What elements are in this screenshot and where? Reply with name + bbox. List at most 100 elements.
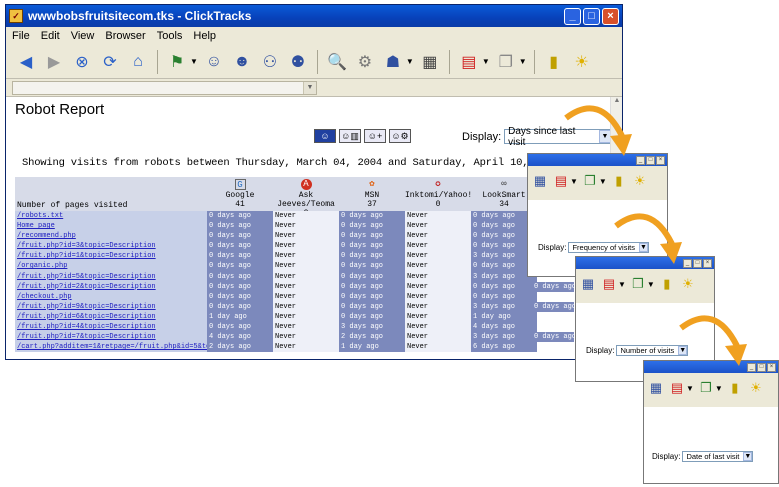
- page-link[interactable]: /checkout.php: [15, 291, 207, 302]
- help-bulb-icon[interactable]: ☀: [570, 50, 594, 74]
- robot-icon[interactable]: ☗: [381, 50, 405, 74]
- copy-export-icon[interactable]: ❐: [494, 50, 518, 74]
- minimize-icon[interactable]: _: [636, 155, 645, 165]
- page-link[interactable]: /organic.php: [15, 261, 207, 272]
- book-icon[interactable]: ▮: [610, 172, 628, 190]
- menu-browser[interactable]: Browser: [105, 30, 145, 42]
- callout-toolbar: ▦ ▤ ▼ ❐ ▼ ▮ ☀: [528, 166, 667, 196]
- menu-file[interactable]: File: [12, 30, 30, 42]
- page-link[interactable]: /fruit.php?id=3&topic=Description: [15, 241, 207, 252]
- robot-add-icon[interactable]: ☺+: [364, 129, 386, 143]
- chevron-down-icon[interactable]: ▼: [638, 243, 648, 252]
- page-link[interactable]: /fruit.php?id=2&topic=Description: [15, 281, 207, 292]
- page-link[interactable]: /fruit.php?id=7&topic=Description: [15, 332, 207, 343]
- excel-export-icon[interactable]: ❐: [629, 275, 647, 293]
- page-link[interactable]: /fruit.php?id=4&topic=Description: [15, 322, 207, 333]
- maximize-icon[interactable]: □: [757, 362, 766, 372]
- home-icon[interactable]: ⌂: [126, 50, 150, 74]
- excel-export-icon[interactable]: ❐: [581, 172, 599, 190]
- stop-icon[interactable]: ⊗: [70, 50, 94, 74]
- page-link[interactable]: /recommend.php: [15, 231, 207, 242]
- callout-toolbar: ▦ ▤ ▼ ❐ ▼ ▮ ☀: [644, 373, 778, 403]
- pdf-export-icon[interactable]: ▤: [668, 379, 686, 397]
- dropdown-arrow-icon[interactable]: ▼: [686, 384, 694, 393]
- menu-edit[interactable]: Edit: [41, 30, 60, 42]
- close-icon[interactable]: ×: [703, 258, 712, 268]
- chevron-down-icon[interactable]: ▼: [678, 346, 688, 355]
- visitor-link-icon[interactable]: ⚉: [286, 50, 310, 74]
- table-row: /fruit.php?id=3&topic=Description 0 days …: [15, 241, 612, 252]
- visitors-filter-icon[interactable]: ⚑: [165, 50, 189, 74]
- dropdown-arrow-icon[interactable]: ▼: [406, 57, 414, 66]
- pdf-export-icon[interactable]: ▤: [552, 172, 570, 190]
- help-bulb-icon[interactable]: ☀: [679, 275, 697, 293]
- minimize-icon[interactable]: _: [683, 258, 692, 268]
- page-analysis-icon[interactable]: 🔍: [325, 50, 349, 74]
- column-header-google[interactable]: G Google 41: [207, 177, 273, 211]
- dropdown-arrow-icon[interactable]: ▼: [599, 177, 607, 186]
- page-link[interactable]: /fruit.php?id=5&topic=Description: [15, 271, 207, 282]
- dropdown-arrow-icon[interactable]: ▼: [618, 280, 626, 289]
- back-arrow-icon[interactable]: ◀: [14, 50, 38, 74]
- book-icon[interactable]: ▮: [658, 275, 676, 293]
- calendar-icon[interactable]: ▦: [647, 379, 665, 397]
- address-input[interactable]: ▼: [12, 80, 317, 95]
- column-header-ask-jeeves[interactable]: AAsk Jeeves/Teoma0: [273, 177, 339, 218]
- calendar-icon[interactable]: ▦: [579, 275, 597, 293]
- dropdown-arrow-icon[interactable]: ▼: [715, 384, 723, 393]
- maximize-icon[interactable]: □: [693, 258, 702, 268]
- page-link[interactable]: Home page: [15, 221, 207, 232]
- dropdown-arrow-icon[interactable]: ▼: [570, 177, 578, 186]
- settings-gear-icon[interactable]: ⚙: [353, 50, 377, 74]
- visitor-group-icon[interactable]: ☺: [202, 50, 226, 74]
- display-dropdown[interactable]: Number of visits ▼: [616, 345, 689, 356]
- robot-chart-icon[interactable]: ☺▥: [339, 129, 361, 143]
- minimize-icon[interactable]: _: [747, 362, 756, 372]
- page-link[interactable]: /fruit.php?id=6&topic=Description: [15, 311, 207, 323]
- help-bulb-icon[interactable]: ☀: [631, 172, 649, 190]
- close-icon[interactable]: ×: [767, 362, 776, 372]
- book-icon[interactable]: ▮: [726, 379, 744, 397]
- minimize-button[interactable]: _: [564, 7, 581, 25]
- excel-export-icon[interactable]: ❐: [697, 379, 715, 397]
- pdf-export-icon[interactable]: ▤: [600, 275, 618, 293]
- column-header-inktomi[interactable]: ✪ Inktomi/Yahoo! 0: [405, 177, 472, 211]
- dropdown-arrow-icon[interactable]: ▼: [190, 57, 198, 66]
- close-icon[interactable]: ×: [656, 155, 665, 165]
- menu-tools[interactable]: Tools: [157, 30, 183, 42]
- dropdown-arrow-icon[interactable]: ▼: [519, 57, 527, 66]
- column-header-msn[interactable]: ✿ MSN 37: [339, 177, 405, 211]
- refresh-icon[interactable]: ⟳: [98, 50, 122, 74]
- help-bulb-icon[interactable]: ☀: [747, 379, 765, 397]
- menu-view[interactable]: View: [71, 30, 95, 42]
- page-link[interactable]: /robots.txt: [15, 211, 207, 222]
- robot-settings-icon[interactable]: ☺⚙: [389, 129, 411, 143]
- display-dropdown[interactable]: Date of last visit ▼: [682, 451, 754, 462]
- dropdown-arrow-icon[interactable]: ▼: [482, 57, 490, 66]
- book-icon[interactable]: ▮: [542, 50, 566, 74]
- table-cell: Never: [405, 241, 471, 252]
- calendar-icon[interactable]: ▦: [531, 172, 549, 190]
- visitor-pages-icon[interactable]: ⚇: [258, 50, 282, 74]
- calendar-icon[interactable]: ▦: [418, 50, 442, 74]
- display-dropdown[interactable]: Frequency of visits ▼: [568, 242, 649, 253]
- maximize-button[interactable]: □: [583, 7, 600, 25]
- pdf-export-icon[interactable]: ▤: [457, 50, 481, 74]
- maximize-icon[interactable]: □: [646, 155, 655, 165]
- scroll-up-icon[interactable]: ▲: [611, 97, 622, 109]
- table-cell: 0 days ago: [471, 291, 537, 302]
- page-link[interactable]: /fruit.php?id=1&topic=Description: [15, 251, 207, 262]
- page-link[interactable]: /cart.php?additem=1&retpage=/fruit.php&i…: [15, 342, 207, 353]
- dropdown-arrow-icon[interactable]: ▼: [647, 280, 655, 289]
- page-link[interactable]: /fruit.php?id=9&topic=Description: [15, 301, 207, 312]
- display-dropdown[interactable]: Days since last visit ▼: [504, 126, 612, 148]
- menu-help[interactable]: Help: [193, 30, 216, 42]
- robot-view-icon[interactable]: ☺: [314, 129, 336, 143]
- chevron-down-icon[interactable]: ▼: [743, 452, 753, 461]
- forward-arrow-icon[interactable]: ▶: [42, 50, 66, 74]
- table-cell: 0 days ago: [339, 211, 405, 222]
- table-body: /robots.txt 0 days ago Never 0 days ago Neve…: [15, 211, 612, 353]
- close-button[interactable]: ×: [602, 7, 619, 25]
- chevron-down-icon[interactable]: ▼: [303, 81, 316, 94]
- visitors-compare-icon[interactable]: ☻: [230, 50, 254, 74]
